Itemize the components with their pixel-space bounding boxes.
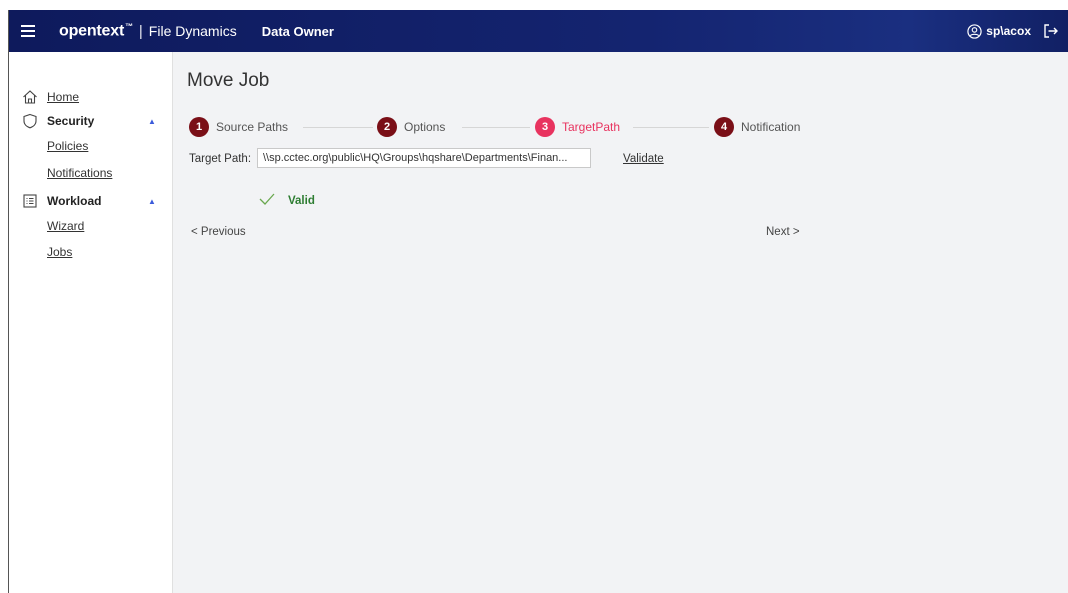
username[interactable]: sp\acox: [986, 24, 1031, 38]
step-label: Source Paths: [216, 120, 289, 134]
next-button[interactable]: Next >: [766, 226, 800, 238]
sidebar-item-label[interactable]: Notifications: [47, 166, 112, 180]
stepper: 1 Source Paths 2 Options 3 TargetPath 4 …: [189, 117, 809, 139]
app-frame: opentext™ | File Dynamics Data Owner sp\…: [8, 10, 1068, 593]
page-title: Move Job: [187, 70, 270, 91]
main-content: Move Job 1 Source Paths 2 Options 3 Targ…: [173, 52, 1068, 593]
checkmark-icon: [259, 193, 275, 205]
hamburger-icon[interactable]: [21, 25, 35, 37]
sidebar-item-security[interactable]: Security ▲: [9, 113, 172, 129]
step-connector: [303, 127, 373, 128]
home-icon: [23, 90, 37, 104]
sidebar-item-label[interactable]: Policies: [47, 139, 88, 153]
sidebar-item-home[interactable]: Home: [9, 89, 172, 105]
step-connector: [462, 127, 530, 128]
step-label: Options: [404, 120, 446, 134]
sidebar-item-label[interactable]: Wizard: [47, 219, 84, 233]
previous-button[interactable]: < Previous: [191, 226, 246, 238]
step-connector: [633, 127, 709, 128]
validate-link[interactable]: Validate: [623, 153, 664, 165]
top-bar: opentext™ | File Dynamics Data Owner sp\…: [9, 10, 1068, 52]
sidebar-item-workload[interactable]: Workload ▲: [9, 193, 172, 209]
step-target-path[interactable]: 3 TargetPath: [535, 117, 620, 137]
user-circle-icon[interactable]: [967, 23, 982, 39]
step-number: 2: [377, 117, 397, 137]
step-options[interactable]: 2 Options: [377, 117, 445, 137]
shield-icon: [23, 113, 37, 129]
logout-icon[interactable]: [1043, 23, 1059, 39]
role-label[interactable]: Data Owner: [262, 24, 334, 39]
step-label: Notification: [741, 120, 801, 134]
sidebar-item-label[interactable]: Home: [47, 90, 79, 104]
target-path-input[interactable]: \\sp.cctec.org\public\HQ\Groups\hqshare\…: [257, 148, 591, 168]
valid-status: Valid: [288, 195, 315, 207]
sidebar-item-label[interactable]: Jobs: [47, 245, 72, 259]
sidebar-item-label[interactable]: Workload: [47, 194, 101, 208]
sidebar-item-label[interactable]: Security: [47, 114, 94, 128]
list-icon: [23, 194, 37, 208]
target-path-label: Target Path:: [189, 153, 252, 165]
brand-logo: opentext™: [59, 21, 133, 40]
sidebar: Home Security ▲ Policies Notifications W…: [9, 52, 173, 593]
step-number: 3: [535, 117, 555, 137]
user-area: sp\acox: [967, 23, 1059, 39]
step-number: 1: [189, 117, 209, 137]
collapse-caret-icon[interactable]: ▲: [148, 117, 156, 126]
brand-separator: |: [138, 22, 143, 40]
collapse-caret-icon[interactable]: ▲: [148, 197, 156, 206]
step-source-paths[interactable]: 1 Source Paths: [189, 117, 288, 137]
product-name: File Dynamics: [148, 23, 237, 39]
step-label: TargetPath: [562, 120, 621, 134]
step-notification[interactable]: 4 Notification: [714, 117, 800, 137]
step-number: 4: [714, 117, 734, 137]
